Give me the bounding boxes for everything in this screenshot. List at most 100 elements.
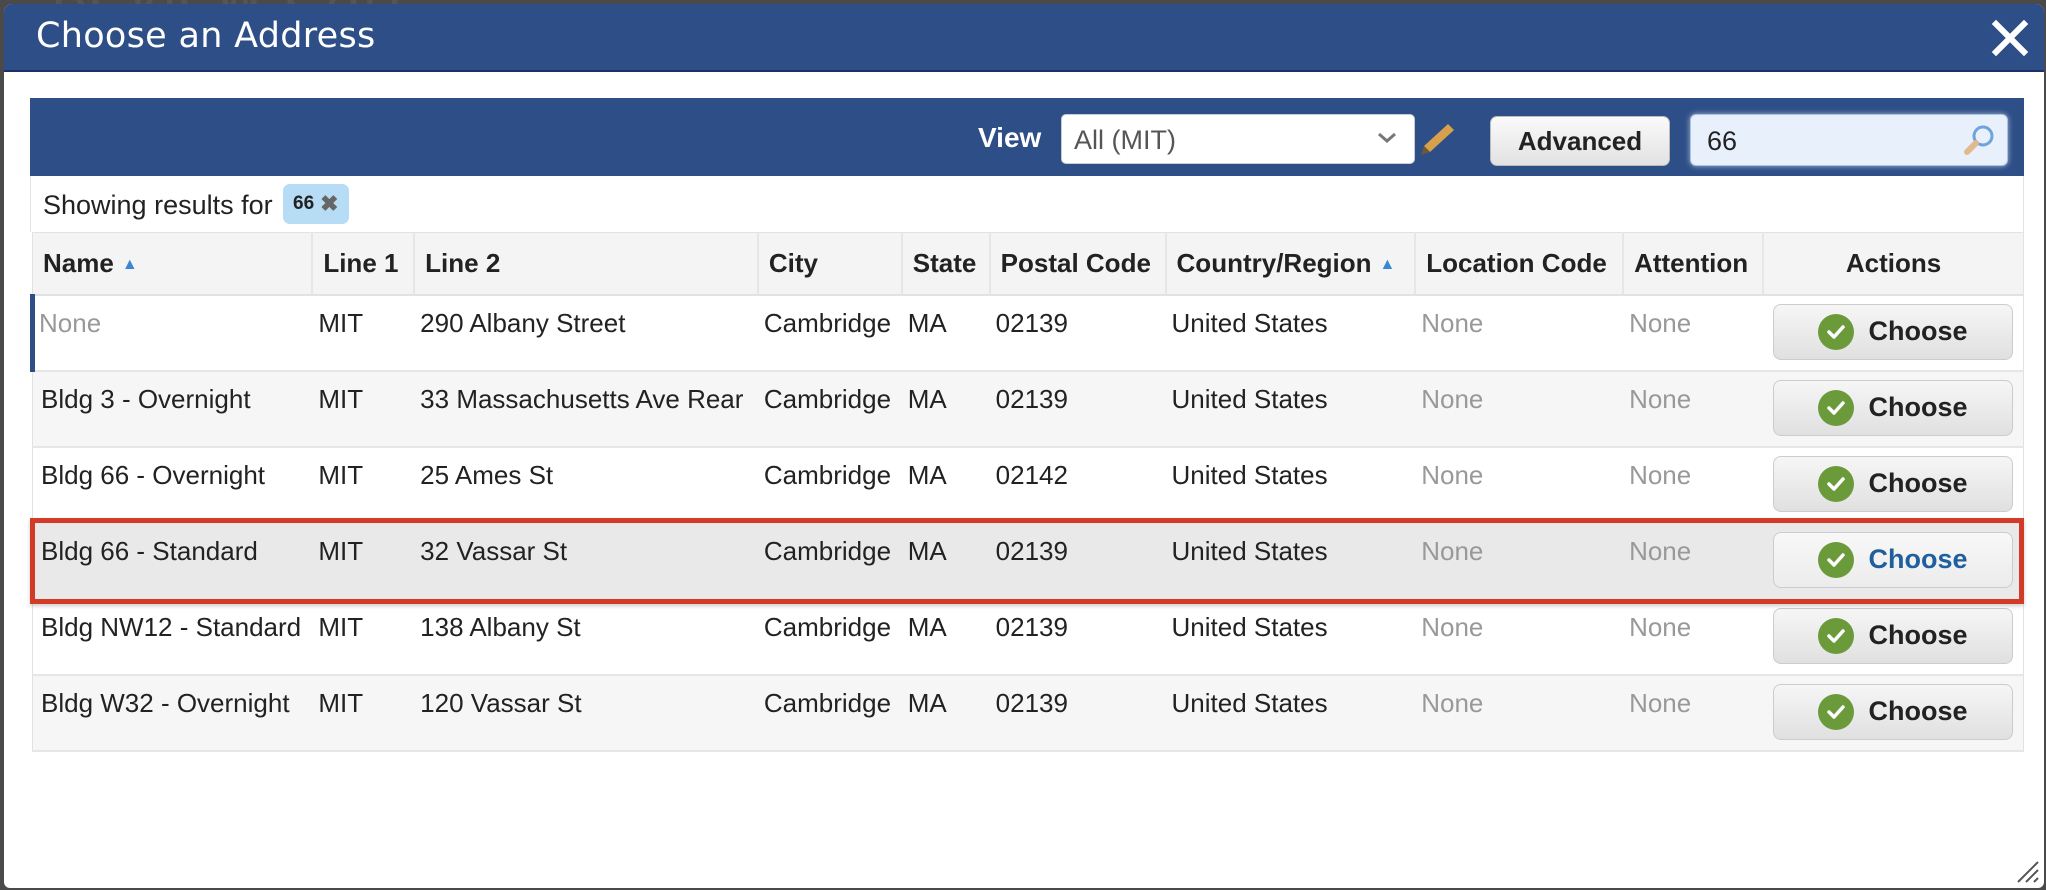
cell-line2: 32 Vassar St bbox=[414, 522, 758, 600]
cell-actions: Choose bbox=[1763, 294, 2024, 372]
cell-country: United States bbox=[1165, 522, 1416, 600]
pencil-icon[interactable] bbox=[1418, 120, 1456, 158]
search-field[interactable] bbox=[1690, 114, 2008, 166]
choose-address-dialog: Choose an Address View All (MIT) Advance… bbox=[4, 4, 2044, 888]
table-row[interactable]: Bldg 66 - Overnight MIT 25 Ames St Cambridg… bbox=[32, 446, 2024, 524]
cell-name: Bldg W32 - Overnight bbox=[32, 674, 313, 752]
choose-button[interactable]: Choose bbox=[1773, 683, 2013, 740]
check-circle-icon bbox=[1818, 465, 1855, 502]
cell-name: Bldg 66 - Overnight bbox=[32, 446, 313, 524]
dialog-title: Choose an Address bbox=[36, 16, 376, 56]
cell-country: United States bbox=[1165, 294, 1416, 372]
table-row[interactable]: Bldg NW12 - Standard MIT 138 Albany St Camb… bbox=[32, 598, 2024, 676]
column-header-country[interactable]: Country/Region ▲ bbox=[1165, 232, 1417, 296]
choose-label: Choose bbox=[1868, 468, 1968, 498]
dialog-titlebar: Choose an Address bbox=[4, 4, 2044, 72]
search-input[interactable] bbox=[1707, 126, 1957, 157]
check-circle-icon bbox=[1818, 541, 1855, 578]
cell-name: Bldg 66 - Standard bbox=[32, 522, 313, 600]
cell-attention: None bbox=[1623, 674, 1763, 752]
column-header-attention[interactable]: Attention bbox=[1623, 232, 1764, 296]
choose-button[interactable]: Choose bbox=[1773, 379, 2013, 436]
chevron-down-icon bbox=[1378, 132, 1396, 143]
cell-state: MA bbox=[901, 446, 990, 524]
cell-postal: 02139 bbox=[989, 674, 1166, 752]
view-selected-value: All (MIT) bbox=[1074, 125, 1176, 155]
cell-name: Bldg 3 - Overnight bbox=[32, 370, 313, 448]
cell-actions: Choose bbox=[1763, 674, 2024, 752]
advanced-button[interactable]: Advanced bbox=[1490, 116, 1670, 166]
close-x-icon[interactable]: ✖ bbox=[320, 191, 338, 217]
column-header-line1[interactable]: Line 1 bbox=[312, 232, 416, 296]
cell-location: None bbox=[1415, 294, 1624, 372]
results-filter-bar: Showing results for 66 ✖ bbox=[30, 176, 2024, 232]
table-header-row: Name ▲ Line 1 Line 2 City State Postal Co… bbox=[32, 232, 2024, 296]
cell-city: Cambridge bbox=[757, 522, 902, 600]
cell-attention: None bbox=[1623, 446, 1763, 524]
cell-city: Cambridge bbox=[757, 674, 902, 752]
choose-button[interactable]: Choose bbox=[1773, 303, 2013, 360]
cell-line2: 33 Massachusetts Ave Rear bbox=[414, 370, 758, 448]
cell-location: None bbox=[1415, 446, 1624, 524]
cell-country: United States bbox=[1165, 674, 1416, 752]
column-header-actions: Actions bbox=[1763, 232, 2024, 296]
cell-state: MA bbox=[901, 674, 990, 752]
column-header-state[interactable]: State bbox=[901, 232, 991, 296]
choose-button[interactable]: Choose bbox=[1773, 607, 2013, 664]
column-header-city[interactable]: City bbox=[757, 232, 903, 296]
cell-actions: Choose bbox=[1763, 522, 2024, 600]
view-select[interactable]: All (MIT) bbox=[1061, 114, 1415, 164]
cell-state: MA bbox=[901, 522, 990, 600]
close-icon bbox=[1991, 19, 2029, 57]
choose-button[interactable]: Choose bbox=[1773, 531, 2013, 588]
cell-line2: 290 Albany Street bbox=[414, 294, 758, 372]
cell-country: United States bbox=[1165, 598, 1416, 676]
cell-city: Cambridge bbox=[757, 294, 902, 372]
filter-chip-value: 66 bbox=[293, 193, 315, 214]
cell-actions: Choose bbox=[1763, 370, 2024, 448]
cell-line2: 120 Vassar St bbox=[414, 674, 758, 752]
filter-chip: 66 ✖ bbox=[283, 184, 349, 224]
cell-actions: Choose bbox=[1763, 446, 2024, 524]
cell-line1: MIT bbox=[312, 598, 415, 676]
cell-line2: 138 Albany St bbox=[414, 598, 758, 676]
cell-line1: MIT bbox=[312, 370, 415, 448]
cell-name: Bldg NW12 - Standard bbox=[32, 598, 313, 676]
cell-attention: None bbox=[1623, 370, 1763, 448]
cell-city: Cambridge bbox=[757, 370, 902, 448]
cell-location: None bbox=[1415, 598, 1624, 676]
magnifier-icon[interactable] bbox=[1961, 123, 1997, 159]
choose-button[interactable]: Choose bbox=[1773, 455, 2013, 512]
cell-postal: 02139 bbox=[989, 294, 1166, 372]
sort-ascending-icon: ▲ bbox=[1379, 255, 1396, 273]
column-header-postal-code[interactable]: Postal Code bbox=[989, 232, 1167, 296]
table-row[interactable]: Bldg 3 - Overnight MIT 33 Massachusetts Av… bbox=[32, 370, 2024, 448]
search-toolbar: View All (MIT) Advanced bbox=[30, 98, 2024, 176]
cell-country: United States bbox=[1165, 370, 1416, 448]
cell-actions: Choose bbox=[1763, 598, 2024, 676]
column-header-location-code[interactable]: Location Code bbox=[1415, 232, 1625, 296]
resize-grip-icon[interactable] bbox=[2014, 858, 2040, 884]
cell-postal: 02139 bbox=[989, 522, 1166, 600]
cell-city: Cambridge bbox=[757, 446, 902, 524]
column-header-name[interactable]: Name ▲ bbox=[32, 232, 314, 296]
choose-label: Choose bbox=[1868, 696, 1968, 726]
cell-line1: MIT bbox=[312, 674, 415, 752]
cell-location: None bbox=[1415, 370, 1624, 448]
check-circle-icon bbox=[1818, 693, 1855, 730]
choose-label: Choose bbox=[1868, 620, 1968, 650]
check-circle-icon bbox=[1818, 389, 1855, 426]
column-header-line2[interactable]: Line 2 bbox=[414, 232, 759, 296]
choose-label: Choose bbox=[1868, 392, 1968, 422]
cell-line1: MIT bbox=[312, 446, 415, 524]
check-circle-icon bbox=[1818, 617, 1855, 654]
choose-label: Choose bbox=[1868, 544, 1968, 574]
cell-line2: 25 Ames St bbox=[414, 446, 758, 524]
address-panel: View All (MIT) Advanced Showing bbox=[30, 98, 2024, 752]
table-row[interactable]: None MIT 290 Albany Street Cambridge MA 02139… bbox=[30, 294, 2024, 372]
table-row[interactable]: Bldg W32 - Overnight MIT 120 Vassar St Camb… bbox=[32, 674, 2024, 752]
sort-ascending-icon: ▲ bbox=[121, 255, 138, 273]
close-button[interactable] bbox=[1990, 18, 2030, 58]
table-row[interactable]: Bldg 66 - Standard MIT 32 Vassar St Cambrid… bbox=[32, 522, 2024, 600]
cell-country: United States bbox=[1165, 446, 1416, 524]
